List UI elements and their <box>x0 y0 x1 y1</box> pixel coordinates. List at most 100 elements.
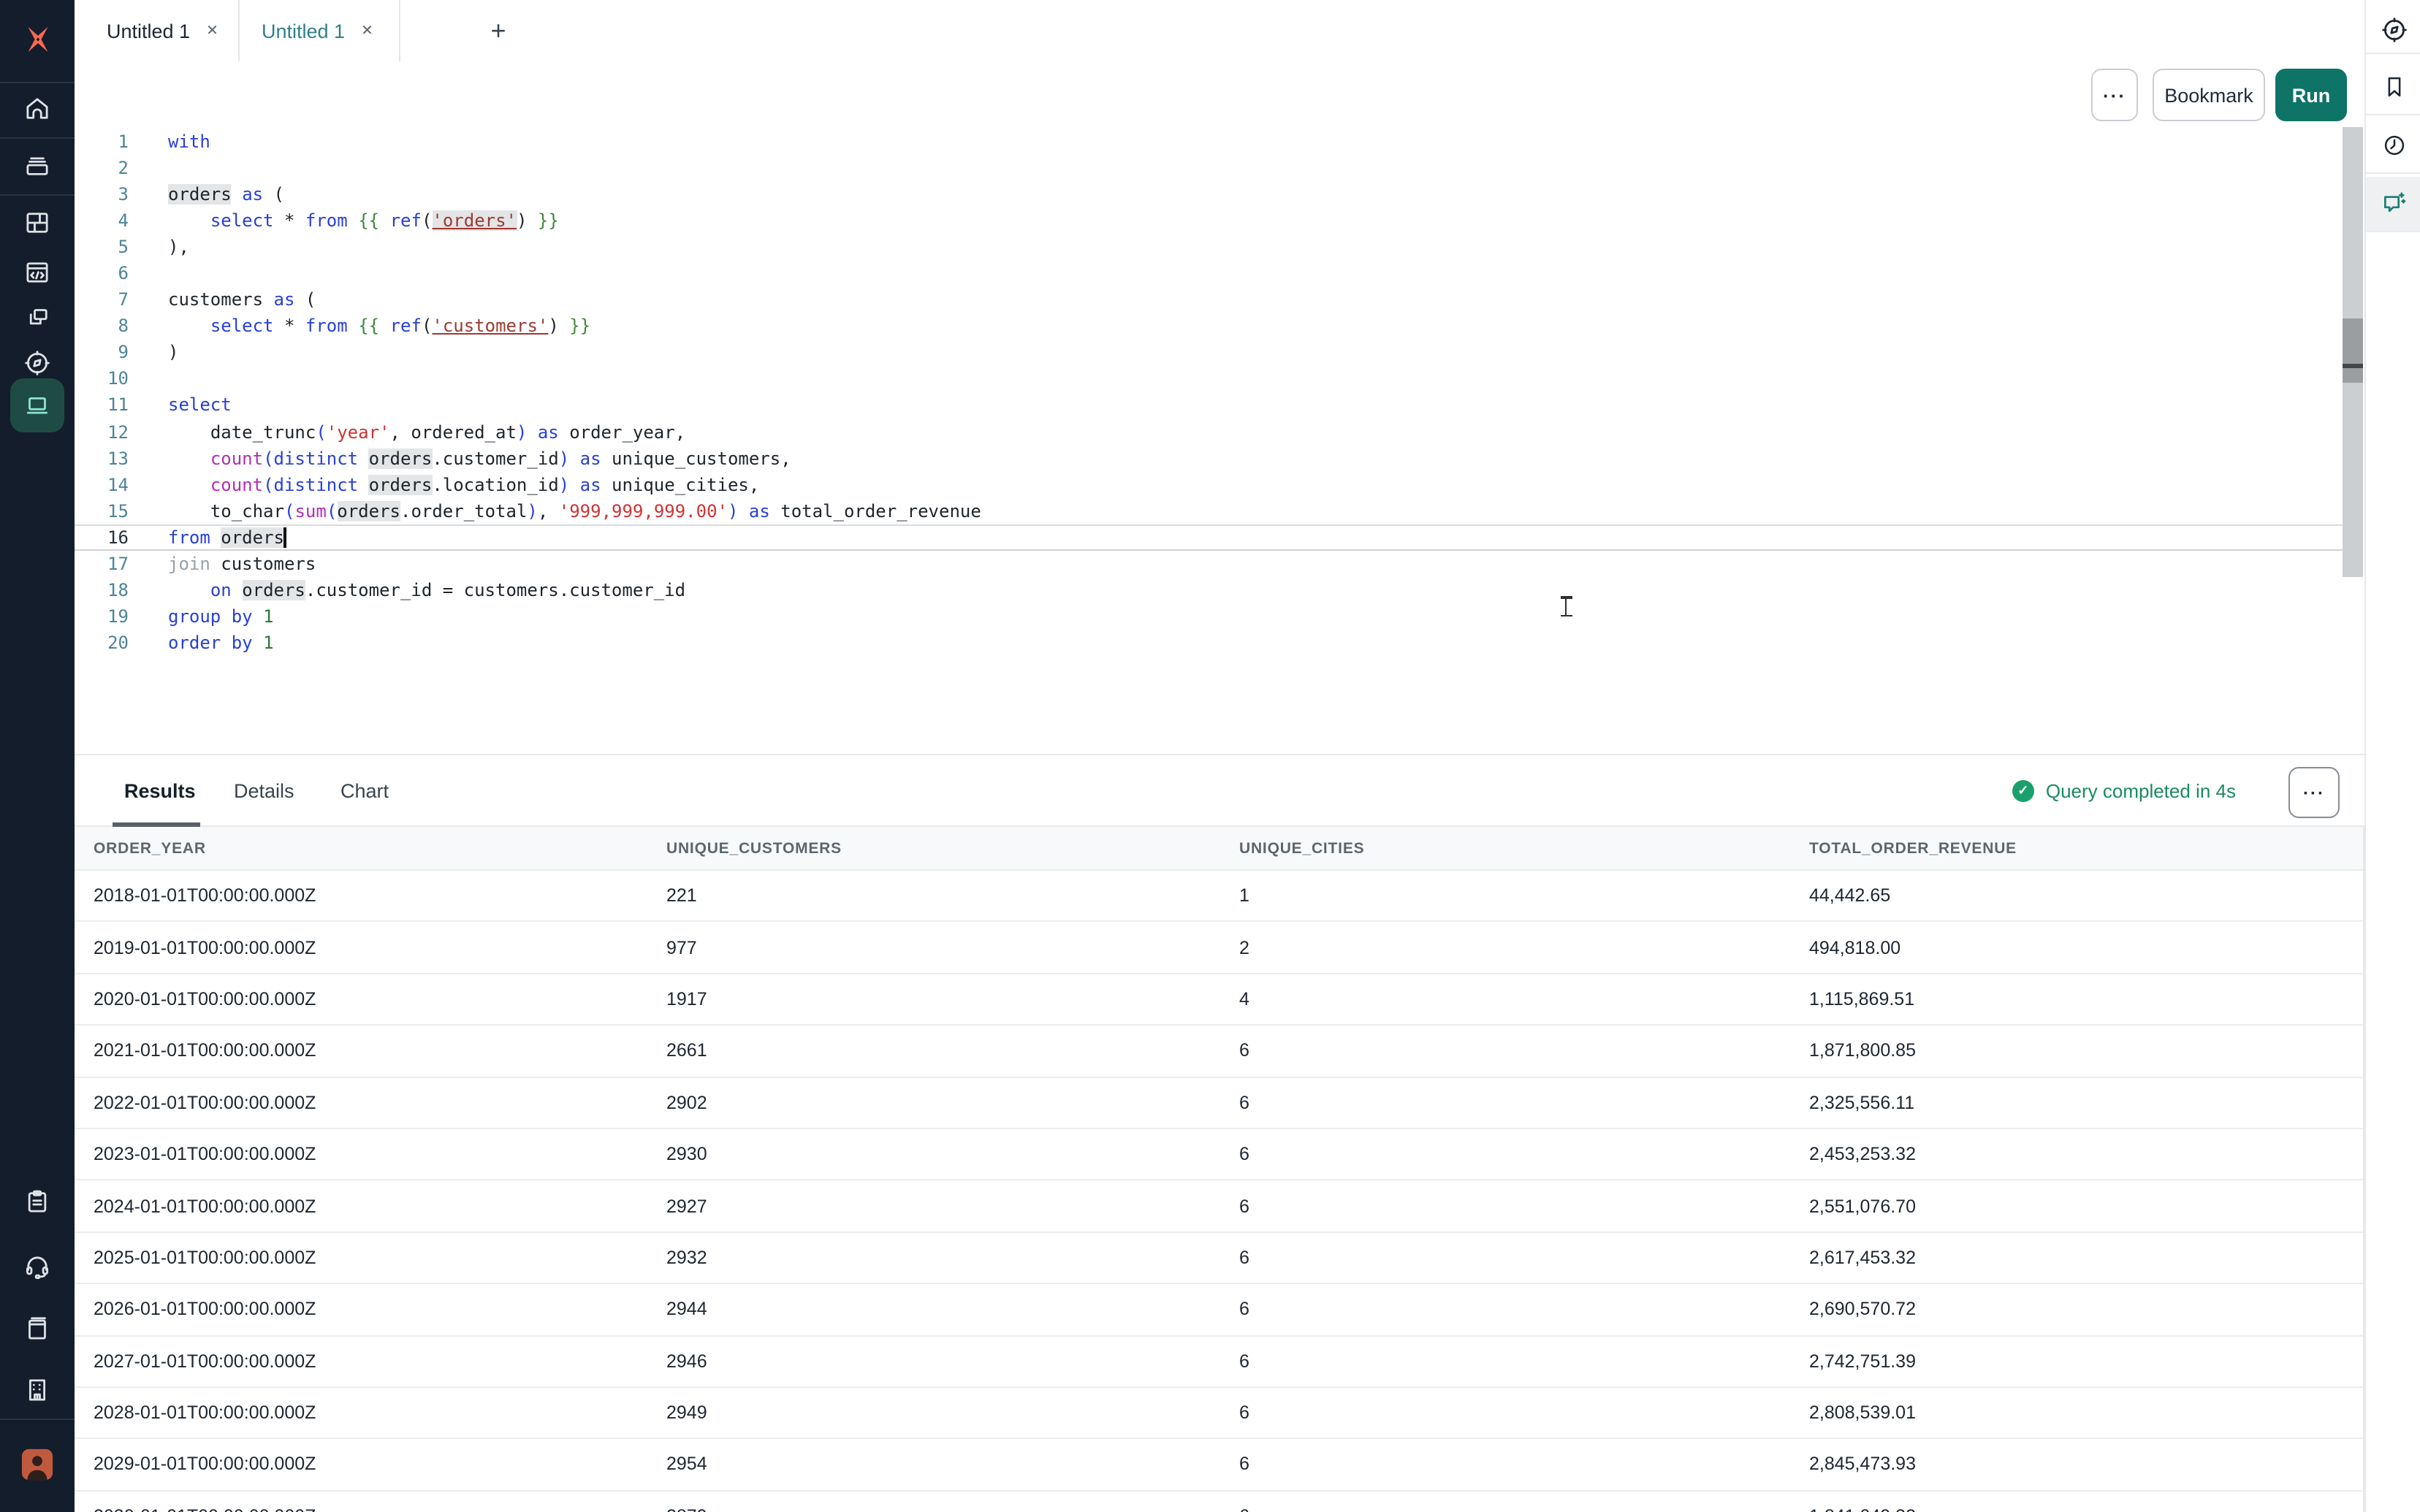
table-cell: 6 <box>1239 1388 1809 1438</box>
table-cell: 44,442.65 <box>1809 871 2350 921</box>
code-line-20[interactable]: order by 1 <box>168 630 981 656</box>
tab-label: Untitled 1 <box>262 20 345 42</box>
scrollbar-thumb[interactable] <box>2343 318 2363 383</box>
code-line-9[interactable]: ) <box>168 340 981 366</box>
table-cell: 2,551,076.70 <box>1809 1181 2350 1232</box>
table-cell: 2879 <box>666 1491 1239 1512</box>
code-line-13[interactable]: count(distinct orders.customer_id) as un… <box>168 445 981 471</box>
tab-results[interactable]: Results <box>124 755 196 827</box>
sidebar-book-icon[interactable] <box>0 1302 75 1354</box>
code-line-3[interactable]: orders as ( <box>168 181 981 207</box>
code-area[interactable]: with orders as ( select * from {{ ref('or… <box>168 129 981 656</box>
panel-ai-chat-icon[interactable] <box>2366 178 2420 228</box>
tab-untitled-2[interactable]: Untitled 1 ✕ <box>238 0 400 61</box>
table-cell: 221 <box>666 871 1239 921</box>
line-number: 1 <box>75 129 129 155</box>
table-row[interactable]: 2027-01-01T00:00:00.000Z294662,742,751.3… <box>75 1336 2363 1388</box>
code-line-14[interactable]: count(distinct orders.location_id) as un… <box>168 471 981 497</box>
results-more-options-button[interactable]: ··· <box>2288 767 2340 818</box>
close-icon[interactable]: ✕ <box>358 20 376 42</box>
table-row[interactable]: 2025-01-01T00:00:00.000Z293262,617,453.3… <box>75 1232 2363 1284</box>
table-cell: 2,742,751.39 <box>1809 1336 2350 1386</box>
panel-bookmark-icon[interactable] <box>2366 61 2420 111</box>
divider <box>2366 172 2420 174</box>
line-number: 16 <box>75 524 129 550</box>
more-options-button[interactable]: ··· <box>2091 69 2138 121</box>
line-number-gutter: 1234567891011121314151617181920 <box>75 129 129 656</box>
table-cell: 2946 <box>666 1336 1239 1386</box>
close-icon[interactable]: ✕ <box>203 20 221 42</box>
table-cell: 494,818.00 <box>1809 923 2350 973</box>
table-cell: 6 <box>1239 1440 1809 1490</box>
text-caret <box>284 527 286 548</box>
column-header-unique_cities[interactable]: UNIQUE_CITIES <box>1239 827 1809 869</box>
code-line-16[interactable]: from orders <box>168 524 981 550</box>
line-number: 2 <box>75 155 129 181</box>
table-row[interactable]: 2019-01-01T00:00:00.000Z9772494,818.00 <box>75 923 2363 974</box>
code-line-18[interactable]: on orders.customer_id = customers.custom… <box>168 577 981 603</box>
table-cell: 2,325,556.11 <box>1809 1077 2350 1128</box>
table-row[interactable]: 2021-01-01T00:00:00.000Z266161,871,800.8… <box>75 1026 2363 1077</box>
sidebar-clipboard-icon[interactable] <box>0 1175 75 1227</box>
panel-history-icon[interactable] <box>2366 120 2420 169</box>
table-row[interactable]: 2029-01-01T00:00:00.000Z295462,845,473.9… <box>75 1440 2363 1492</box>
panel-compass-icon[interactable] <box>2366 4 2420 54</box>
user-avatar[interactable] <box>0 1437 75 1490</box>
code-line-5[interactable]: ), <box>168 234 981 260</box>
tab-label: Untitled 1 <box>107 20 190 42</box>
editor-scrollbar[interactable] <box>2343 127 2363 577</box>
column-header-unique_customers[interactable]: UNIQUE_CUSTOMERS <box>666 827 1239 869</box>
sidebar-drawer-icon[interactable] <box>0 139 75 191</box>
code-line-4[interactable]: select * from {{ ref('orders') }} <box>168 207 981 234</box>
table-row[interactable]: 2018-01-01T00:00:00.000Z221144,442.65 <box>75 871 2363 923</box>
code-line-7[interactable]: customers as ( <box>168 287 981 313</box>
table-cell: 2019-01-01T00:00:00.000Z <box>94 923 666 973</box>
code-line-19[interactable]: group by 1 <box>168 603 981 630</box>
code-line-6[interactable] <box>168 260 981 286</box>
table-row[interactable]: 2030-01-01T00:00:00.000Z287961,841,049.3… <box>75 1491 2363 1512</box>
line-number: 18 <box>75 577 129 603</box>
code-line-12[interactable]: date_trunc('year', ordered_at) as order_… <box>168 419 981 445</box>
table-row[interactable]: 2026-01-01T00:00:00.000Z294462,690,570.7… <box>75 1284 2363 1336</box>
table-row[interactable]: 2024-01-01T00:00:00.000Z292762,551,076.7… <box>75 1181 2363 1233</box>
code-line-8[interactable]: select * from {{ ref('customers') }} <box>168 313 981 340</box>
table-cell: 2949 <box>666 1388 1239 1438</box>
column-header-total_order_revenue[interactable]: TOTAL_ORDER_REVENUE <box>1809 827 2350 869</box>
table-cell: 2024-01-01T00:00:00.000Z <box>94 1181 666 1232</box>
code-line-1[interactable]: with <box>168 129 981 155</box>
sql-editor[interactable]: 1234567891011121314151617181920 withorde… <box>75 127 2364 754</box>
code-line-15[interactable]: to_char(sum(orders.order_total), '999,99… <box>168 497 981 524</box>
code-line-2[interactable] <box>168 155 981 181</box>
table-cell: 2029-01-01T00:00:00.000Z <box>94 1440 666 1490</box>
table-row[interactable]: 2020-01-01T00:00:00.000Z191741,115,869.5… <box>75 974 2363 1026</box>
table-row[interactable]: 2028-01-01T00:00:00.000Z294962,808,539.0… <box>75 1388 2363 1440</box>
tab-untitled-1[interactable]: Untitled 1 ✕ <box>83 0 245 61</box>
table-row[interactable]: 2022-01-01T00:00:00.000Z290262,325,556.1… <box>75 1077 2363 1129</box>
table-cell: 2902 <box>666 1077 1239 1128</box>
table-cell: 2927 <box>666 1181 1239 1232</box>
sidebar-home-icon[interactable] <box>0 82 75 134</box>
table-row[interactable]: 2023-01-01T00:00:00.000Z293062,453,253.3… <box>75 1129 2363 1181</box>
table-cell: 1,871,800.85 <box>1809 1026 2350 1076</box>
query-status-text: Query completed in 4s <box>2046 780 2236 802</box>
column-header-order_year[interactable]: ORDER_YEAR <box>94 827 666 869</box>
run-button[interactable]: Run <box>2275 69 2347 121</box>
code-line-17[interactable]: join customers <box>168 551 981 577</box>
sidebar-laptop-icon[interactable] <box>0 378 75 431</box>
hex-logo[interactable] <box>0 13 75 66</box>
sidebar-building-icon[interactable] <box>0 1363 75 1416</box>
tab-chart[interactable]: Chart <box>340 755 389 827</box>
query-status: ✓ Query completed in 4s <box>2012 755 2236 827</box>
sidebar-grid-icon[interactable] <box>0 196 75 248</box>
bookmark-button[interactable]: Bookmark <box>2153 69 2265 121</box>
new-tab-button[interactable]: + <box>478 0 519 61</box>
sidebar-headset-icon[interactable] <box>0 1239 75 1291</box>
code-line-10[interactable] <box>168 366 981 392</box>
line-number: 3 <box>75 181 129 207</box>
line-number: 12 <box>75 419 129 445</box>
tab-details[interactable]: Details <box>234 755 294 827</box>
results-table: ORDER_YEARUNIQUE_CUSTOMERSUNIQUE_CITIEST… <box>75 827 2364 1512</box>
table-cell: 4 <box>1239 974 1809 1025</box>
results-panel-header: Results Details Chart ✓ Query completed … <box>75 754 2364 827</box>
code-line-11[interactable]: select <box>168 392 981 419</box>
